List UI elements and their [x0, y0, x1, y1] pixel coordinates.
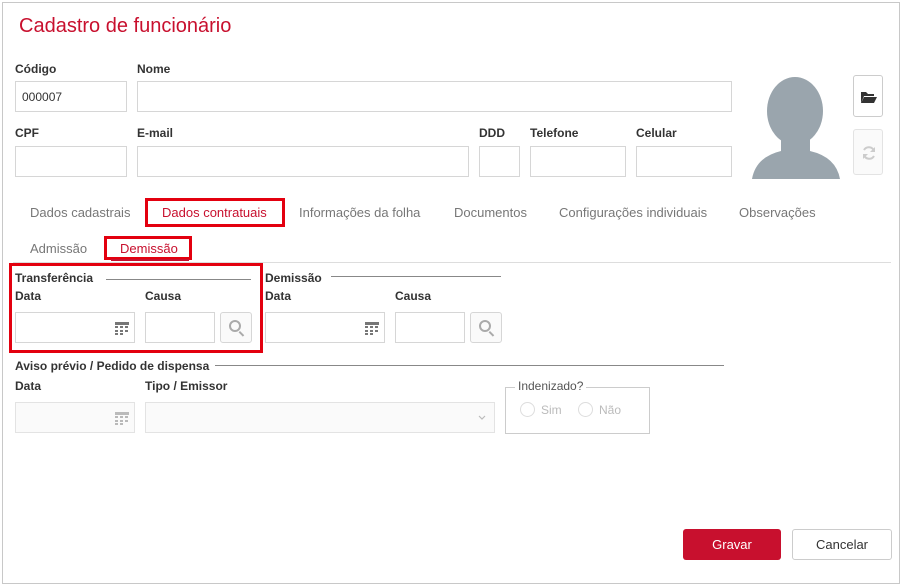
indenizado-sim-label: Sim [541, 403, 562, 417]
email-label: E-mail [137, 126, 174, 140]
demissao-causa-label: Causa [395, 289, 432, 303]
tab-observacoes[interactable]: Observações [739, 205, 816, 220]
open-photo-button[interactable] [853, 75, 883, 117]
dialog-title: Cadastro de funcionário [19, 15, 232, 37]
demissao-data-label: Data [265, 289, 292, 303]
tab-dados-contratuais[interactable]: Dados contratuais [162, 205, 267, 220]
transferencia-legend-line [106, 279, 251, 280]
gravar-button[interactable]: Gravar [683, 529, 781, 560]
transferencia-data-label: Data [15, 289, 42, 303]
refresh-icon [863, 146, 875, 160]
subtab-active-indicator [111, 259, 189, 261]
ddd-label: DDD [479, 126, 505, 140]
transferencia-causa-label: Causa [145, 289, 182, 303]
transferencia-data-input[interactable] [15, 312, 135, 343]
transferencia-legend: Transferência [15, 271, 94, 285]
aviso-tipo-label: Tipo / Emissor [145, 379, 228, 393]
indenizado-sim-radio[interactable] [520, 402, 535, 417]
search-icon [479, 320, 491, 332]
nome-input[interactable] [137, 81, 732, 112]
demissao-legend-line [331, 276, 501, 277]
nome-label: Nome [137, 62, 171, 76]
telefone-input[interactable] [530, 146, 626, 177]
indenizado-legend: Indenizado? [515, 379, 587, 393]
tab-configuracoes-individuais[interactable]: Configurações individuais [559, 205, 707, 220]
aviso-data-label: Data [15, 379, 42, 393]
employee-dialog: Cadastro de funcionário Código 000007 No… [2, 2, 900, 584]
calendar-icon[interactable] [115, 411, 129, 425]
celular-label: Celular [636, 126, 677, 140]
transferencia-causa-input[interactable] [145, 312, 215, 343]
email-input[interactable] [137, 146, 469, 177]
tab-documentos[interactable]: Documentos [454, 205, 527, 220]
subtab-demissao[interactable]: Demissão [120, 241, 178, 256]
codigo-label: Código [15, 62, 57, 76]
demissao-causa-input[interactable] [395, 312, 465, 343]
demissao-data-input[interactable] [265, 312, 385, 343]
search-icon [229, 320, 241, 332]
folder-open-icon [861, 92, 877, 103]
cpf-label: CPF [15, 126, 39, 140]
tab-informacoes-folha[interactable]: Informações da folha [299, 205, 420, 220]
indenizado-nao-radio[interactable] [578, 402, 593, 417]
chevron-down-icon [478, 415, 486, 420]
indenizado-nao-label: Não [599, 403, 622, 417]
codigo-input[interactable]: 000007 [15, 81, 127, 112]
tab-dados-cadastrais[interactable]: Dados cadastrais [30, 205, 130, 220]
demissao-causa-search-button[interactable] [470, 312, 502, 343]
aviso-legend: Aviso prévio / Pedido de dispensa [15, 359, 210, 373]
aviso-tipo-select[interactable] [145, 402, 495, 433]
telefone-label: Telefone [530, 126, 579, 140]
aviso-data-input[interactable] [15, 402, 135, 433]
celular-input[interactable] [636, 146, 732, 177]
calendar-icon[interactable] [115, 321, 129, 335]
cpf-input[interactable] [15, 146, 127, 177]
subtab-admissao[interactable]: Admissão [30, 241, 87, 256]
cancelar-button[interactable]: Cancelar [792, 529, 892, 560]
calendar-icon[interactable] [365, 321, 379, 335]
demissao-legend: Demissão [265, 271, 322, 285]
transferencia-causa-search-button[interactable] [220, 312, 252, 343]
ddd-input[interactable] [479, 146, 520, 177]
aviso-legend-line [215, 365, 724, 366]
refresh-photo-button[interactable] [853, 129, 883, 175]
avatar-placeholder-icon [752, 77, 840, 179]
